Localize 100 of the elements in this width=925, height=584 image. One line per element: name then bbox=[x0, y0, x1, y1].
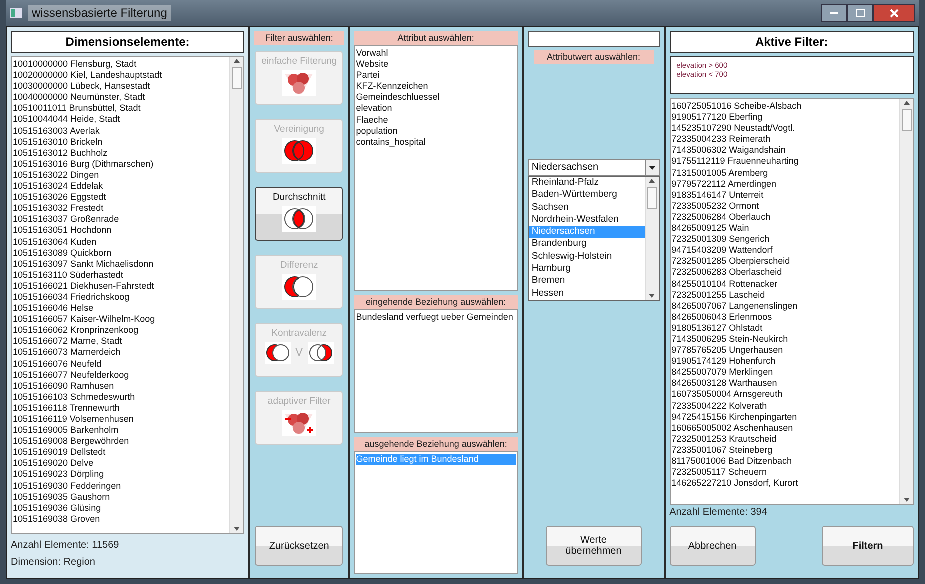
apply-values-button[interactable]: Werte übernehmen bbox=[546, 526, 642, 566]
close-button[interactable] bbox=[873, 4, 915, 22]
list-item[interactable]: Vorwahl bbox=[356, 48, 516, 60]
list-item[interactable]: 10515163037 Großenrade bbox=[13, 214, 228, 226]
scroll-down-icon[interactable] bbox=[648, 292, 656, 300]
list-item[interactable]: 10515166021 Diekhusen-Fahrstedt bbox=[13, 280, 228, 292]
reset-button[interactable]: Zurücksetzen bbox=[255, 526, 344, 566]
filter-button[interactable]: Filtern bbox=[822, 526, 914, 566]
list-item[interactable]: 10515166072 Marne, Stadt bbox=[13, 336, 228, 348]
list-item[interactable]: 84265009125 Wain bbox=[672, 223, 898, 234]
list-item[interactable]: 10515166057 Kaiser-Wilhelm-Koog bbox=[13, 314, 228, 326]
list-item[interactable]: 10515163089 Quickborn bbox=[13, 248, 228, 259]
list-item[interactable]: 10515169035 Gaushorn bbox=[13, 492, 228, 503]
list-item[interactable]: 10515166062 Kronprinzenkoog bbox=[13, 325, 228, 336]
list-item[interactable]: 97795722112 Amerdingen bbox=[672, 178, 898, 190]
list-item[interactable]: 84255007079 Merklingen bbox=[672, 367, 898, 378]
list-item[interactable]: 81175001006 Bad Ditzenbach bbox=[672, 456, 898, 468]
list-item[interactable]: 72335001067 Steineberg bbox=[672, 444, 898, 456]
list-item[interactable]: 146265227210 Jonsdorf, Kurort bbox=[672, 478, 898, 490]
list-item[interactable]: 10515163064 Kuden bbox=[13, 236, 228, 248]
list-item[interactable]: 10515166118 Trennewurth bbox=[13, 402, 228, 414]
list-item[interactable]: 97785765205 Ungerhausen bbox=[672, 345, 898, 356]
list-item[interactable]: elevation bbox=[356, 103, 516, 115]
list-item[interactable]: 10515166046 Helse bbox=[13, 303, 228, 314]
list-item[interactable]: 84265003128 Warthausen bbox=[672, 378, 898, 390]
list-item[interactable]: 10515166034 Friedrichskoog bbox=[13, 292, 228, 304]
list-item[interactable]: contains_hospital bbox=[356, 136, 516, 148]
list-item[interactable]: 10515166090 Ramhusen bbox=[13, 380, 228, 392]
dropdown-option[interactable]: Schleswig-Holstein bbox=[528, 250, 645, 264]
dropdown-option[interactable]: Baden-Württemberg bbox=[528, 189, 645, 202]
dropdown-option[interactable]: Brandenburg bbox=[528, 238, 645, 251]
scroll-thumb[interactable] bbox=[232, 67, 242, 89]
list-item[interactable]: 10515163022 Dingen bbox=[13, 170, 228, 182]
scrollbar[interactable] bbox=[229, 57, 244, 533]
dropdown-option[interactable]: Nordrhein-Westfalen bbox=[528, 214, 645, 226]
minimize-button[interactable] bbox=[821, 4, 847, 22]
list-item[interactable]: 10515163097 Sankt Michaelisdonn bbox=[13, 258, 228, 270]
list-item[interactable]: 10515169008 Bergewöhrden bbox=[13, 436, 228, 448]
scroll-up-icon[interactable] bbox=[902, 99, 910, 107]
list-item[interactable]: 10030000000 Lübeck, Hansestadt bbox=[13, 81, 228, 92]
list-item[interactable]: 10515163012 Buchholz bbox=[13, 148, 228, 159]
list-item[interactable]: 72325006283 Oberlascheid bbox=[672, 267, 898, 278]
cancel-button[interactable]: Abbrechen bbox=[670, 526, 756, 566]
list-item[interactable]: 10515166077 Neufelderkoog bbox=[13, 370, 228, 381]
list-item[interactable]: 10515163016 Burg (Dithmarschen) bbox=[13, 158, 228, 170]
list-item[interactable]: 10020000000 Kiel, Landeshauptstadt bbox=[13, 70, 228, 82]
scrollbar[interactable] bbox=[644, 177, 659, 300]
list-item[interactable]: 10515169038 Groven bbox=[13, 514, 228, 525]
list-item[interactable]: 94725415156 Kirchenpingarten bbox=[672, 412, 898, 423]
list-item[interactable]: Partei bbox=[356, 70, 516, 82]
list-item[interactable]: 10010000000 Flensburg, Stadt bbox=[13, 59, 228, 70]
dropdown-option[interactable]: Bremen bbox=[528, 275, 645, 288]
list-item[interactable]: 71435006302 Waigandshain bbox=[672, 145, 898, 156]
list-item[interactable]: 160735050004 Arnsgereuth bbox=[672, 389, 898, 401]
dropdown-option[interactable]: Hessen bbox=[528, 288, 645, 300]
scroll-down-icon[interactable] bbox=[232, 525, 241, 533]
list-item[interactable]: 10515163024 Eddelak bbox=[13, 181, 228, 192]
list-item[interactable]: 72335005232 Ormont bbox=[672, 200, 898, 212]
scrollbar[interactable] bbox=[899, 99, 913, 504]
list-item[interactable]: 72325001285 Oberpierscheid bbox=[672, 256, 898, 268]
list-item[interactable]: 72325001309 Sengerich bbox=[672, 234, 898, 246]
list-item[interactable]: 10515166119 Volsemenhusen bbox=[13, 414, 228, 426]
list-item[interactable]: 10515166073 Marnerdeich bbox=[13, 347, 228, 359]
dropdown-option[interactable]: Hamburg bbox=[528, 263, 645, 276]
scroll-up-icon[interactable] bbox=[232, 57, 241, 65]
list-item[interactable]: 10515163026 Eggstedt bbox=[13, 192, 228, 204]
list-item[interactable]: 10515169019 Dellstedt bbox=[13, 447, 228, 458]
dropdown-option[interactable]: Sachsen bbox=[528, 202, 645, 214]
list-item[interactable]: 10515166103 Schmedeswurth bbox=[13, 392, 228, 403]
list-item[interactable]: 72325001255 Lascheid bbox=[672, 290, 898, 301]
list-item[interactable]: 10515169023 Dörpling bbox=[13, 469, 228, 481]
dropdown-option[interactable]: Rheinland-Pfalz bbox=[528, 177, 645, 190]
list-item[interactable]: 84265007067 Langenenslingen bbox=[672, 300, 898, 312]
list-item[interactable]: Flaeche bbox=[356, 114, 516, 126]
list-item[interactable]: population bbox=[356, 126, 516, 137]
list-item[interactable]: KFZ-Kennzeichen bbox=[356, 81, 516, 92]
list-item[interactable]: 71315001005 Aremberg bbox=[672, 168, 898, 179]
list-item[interactable]: 10515163051 Hochdonn bbox=[13, 225, 228, 236]
list-item[interactable]: 72325005117 Scheuern bbox=[672, 467, 898, 478]
list-item[interactable]: 91805136127 Ohlstadt bbox=[672, 322, 898, 334]
list-item[interactable]: 72335004233 Reimerath bbox=[672, 134, 898, 146]
list-item[interactable]: Bundesland verfuegt ueber Gemeinden bbox=[356, 312, 516, 324]
list-item[interactable]: 91835146147 Unterreit bbox=[672, 190, 898, 201]
list-item[interactable]: 10515163110 Süderhastedt bbox=[13, 270, 228, 281]
list-item[interactable]: 10515169020 Delve bbox=[13, 458, 228, 470]
list-item[interactable]: 94715403209 Wattendorf bbox=[672, 245, 898, 256]
list-item[interactable]: 10515166076 Neufeld bbox=[13, 358, 228, 370]
list-item[interactable]: 91905177120 Eberfing bbox=[672, 112, 898, 124]
list-item[interactable]: Gemeindeschluessel bbox=[356, 92, 516, 104]
list-item[interactable]: 145235107290 Neustadt/Vogtl. bbox=[672, 123, 898, 134]
value-combobox[interactable]: Niedersachsen bbox=[528, 159, 660, 176]
maximize-button[interactable] bbox=[847, 4, 873, 22]
text-field[interactable] bbox=[528, 31, 660, 47]
filter-button[interactable]: Durchschnitt bbox=[255, 187, 344, 241]
list-item[interactable]: 71435006295 Stein-Neukirch bbox=[672, 334, 898, 346]
list-item[interactable]: Website bbox=[356, 59, 516, 70]
list-item[interactable]: 91905174129 Hohenfurch bbox=[672, 356, 898, 368]
list-item[interactable]: 10515169030 Fedderingen bbox=[13, 480, 228, 492]
list-item[interactable]: 160725051016 Scheibe-Alsbach bbox=[672, 101, 898, 112]
list-item[interactable]: 91755112119 Frauenneuharting bbox=[672, 156, 898, 168]
